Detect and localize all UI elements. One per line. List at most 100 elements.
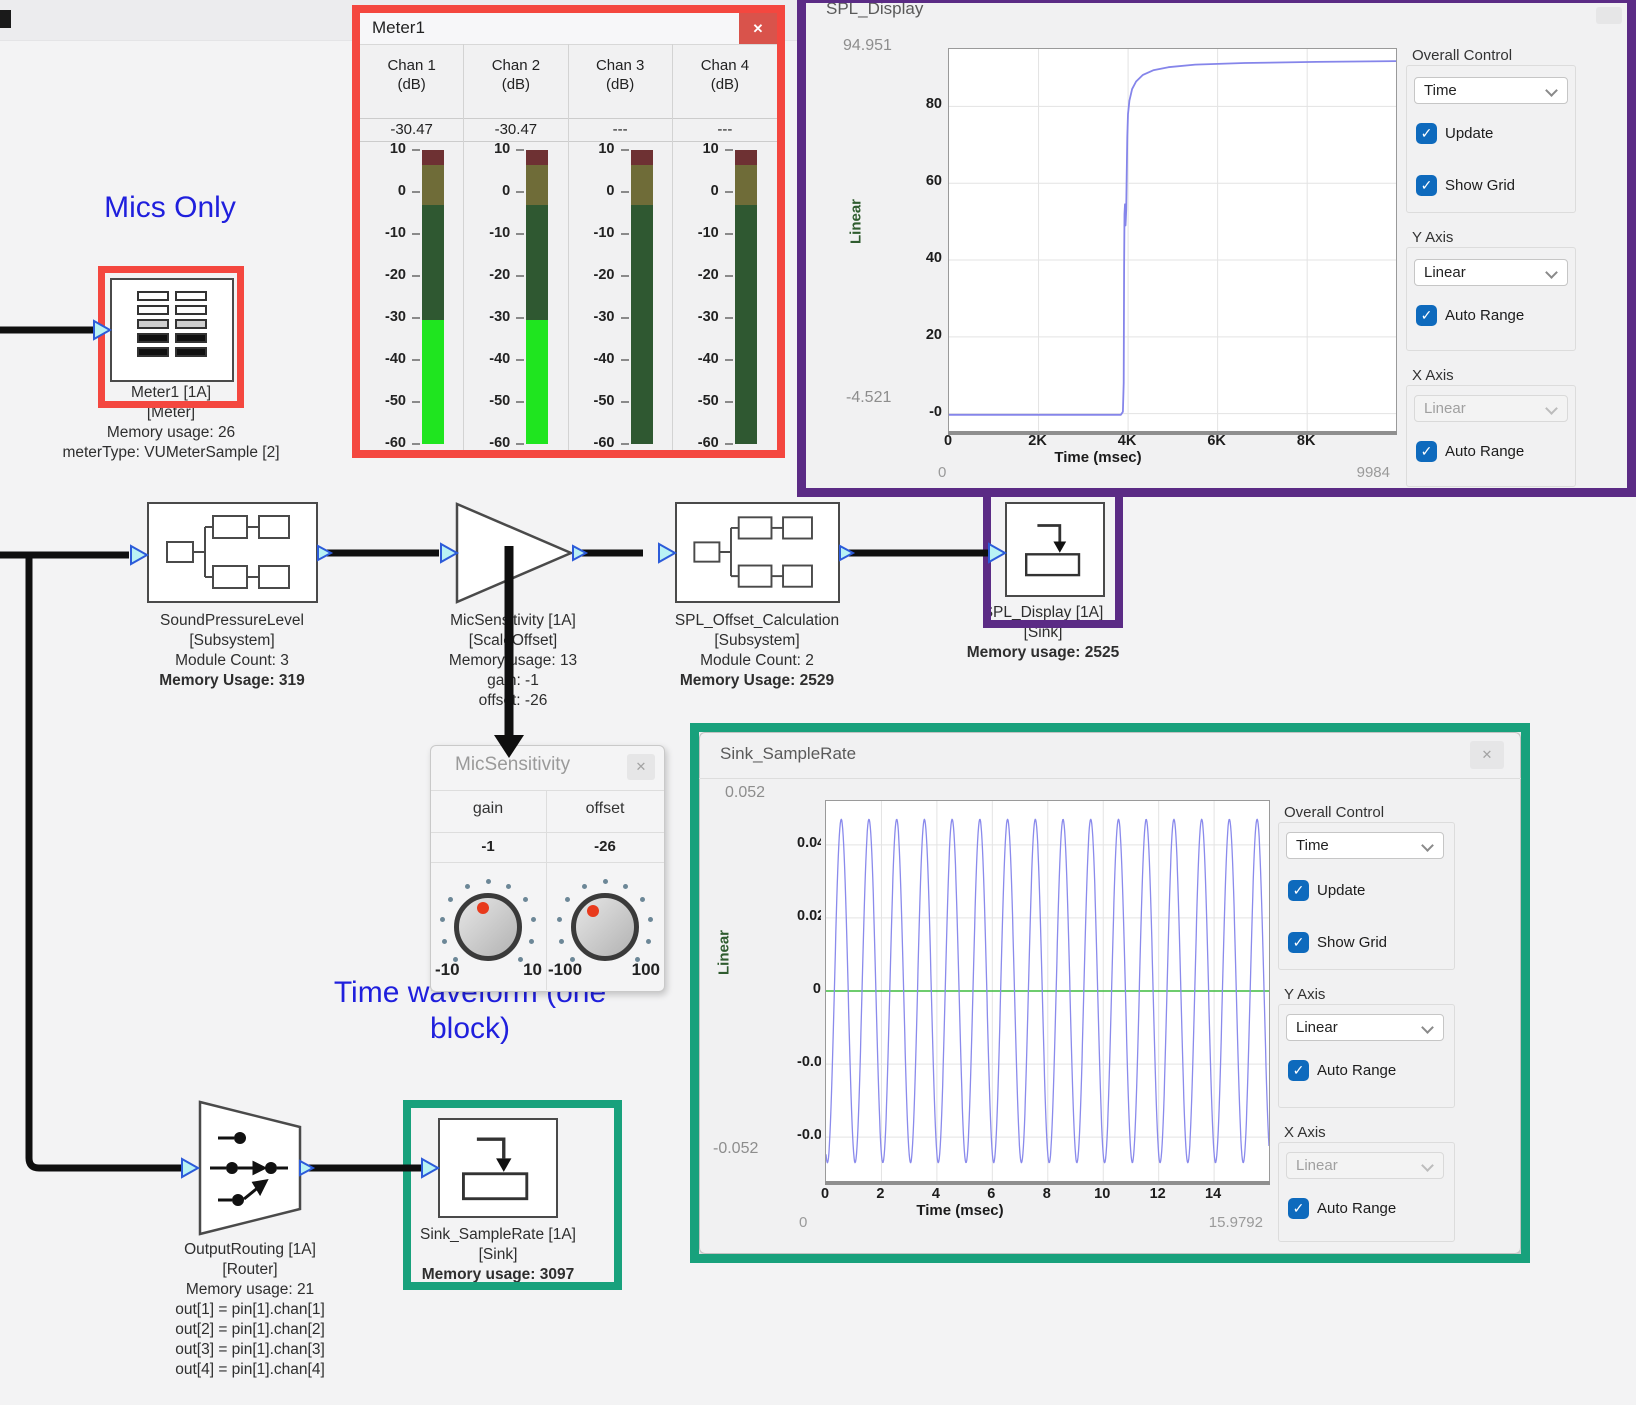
channel-name: Chan 1 (360, 56, 463, 75)
y-tick-label: -0.02 (797, 1054, 821, 1070)
checkbox-checked-icon[interactable]: ✓ (1416, 441, 1437, 462)
x-axis-select[interactable]: Linear (1286, 1152, 1444, 1179)
meter-bar-segment (631, 150, 653, 165)
close-icon[interactable] (1596, 7, 1622, 24)
meter-bar-level (526, 320, 548, 444)
caption-sound-pressure-level: SoundPressureLevel[Subsystem]Module Coun… (102, 611, 362, 691)
x-axis-name: Time (msec) (825, 1202, 1095, 1219)
meter-tick-mark (412, 443, 420, 445)
divider (431, 790, 664, 791)
caption-spl-offset-calculation: SPL_Offset_Calculation[Subsystem]Module … (632, 611, 882, 691)
block-caption-line: Memory usage: 26 (31, 423, 311, 443)
meter-tick-mark (725, 401, 733, 403)
knob-tick-dot (465, 884, 470, 889)
checkbox-checked-icon[interactable]: ✓ (1416, 123, 1437, 144)
checkbox-checked-icon[interactable]: ✓ (1288, 1060, 1309, 1081)
sink-plot[interactable] (825, 800, 1270, 1182)
x-axis-line (948, 431, 1397, 435)
close-icon[interactable]: ✕ (1470, 741, 1504, 769)
checkbox-checked-icon[interactable]: ✓ (1416, 175, 1437, 196)
block-caption-line: meterType: VUMeterSample [2] (31, 443, 311, 463)
block-output-routing[interactable] (198, 1100, 302, 1236)
knob-tick-dot (603, 879, 608, 884)
chevron-down-icon (1421, 839, 1434, 852)
knob-tick-dot (448, 897, 453, 902)
spl-plot[interactable] (948, 48, 1397, 432)
checkbox-checked-icon[interactable]: ✓ (1288, 932, 1309, 953)
y-axis-group-label: Y Axis (1284, 986, 1325, 1003)
x-tick-label: 6 (971, 1186, 1011, 1202)
overall-control-group-label: Overall Control (1284, 804, 1384, 821)
meter-tick-mark (412, 359, 420, 361)
x-tick-label: 6K (1197, 433, 1237, 449)
y-auto-range-checkbox-row[interactable]: ✓Auto Range (1416, 305, 1524, 326)
block-caption-line: OutputRouting [1A] (115, 1240, 385, 1260)
update-checkbox-row[interactable]: ✓Update (1416, 123, 1493, 144)
block-sound-pressure-level[interactable] (147, 502, 318, 603)
x-tick-label: 0 (805, 1186, 845, 1202)
y-tick-label: -0 (902, 404, 942, 420)
overall-control-select[interactable]: Time (1286, 832, 1444, 859)
meter-tick-mark (412, 401, 420, 403)
close-icon[interactable]: ✕ (627, 754, 655, 780)
block-caption-line: MicSensitivity [1A] (398, 611, 628, 631)
show-grid-checkbox-row[interactable]: ✓Show Grid (1416, 175, 1515, 196)
input-pin-icon (131, 546, 147, 564)
checkbox-checked-icon[interactable]: ✓ (1288, 1198, 1309, 1219)
meter-scale-tick: -40 (571, 351, 615, 367)
meter-scale-tick: -40 (362, 351, 406, 367)
output-pin-icon (318, 546, 331, 560)
checkbox-checked-icon[interactable]: ✓ (1288, 880, 1309, 901)
highlight-box-sink-samplerate (403, 1100, 622, 1290)
divider (431, 862, 664, 863)
meter1-window-titlebar[interactable]: Meter1 (360, 13, 777, 45)
meter-scale-tick: 0 (675, 183, 719, 199)
block-caption-line: out[4] = pin[1].chan[4] (115, 1360, 385, 1380)
knob-tick-dot (523, 897, 528, 902)
y-tick-label: 20 (902, 327, 942, 343)
meter-tick-mark (412, 317, 420, 319)
x-tick-label: 4K (1107, 433, 1147, 449)
offset-knob[interactable] (571, 893, 639, 961)
meter-bar-segment (422, 165, 444, 205)
meter-tick-mark (621, 443, 629, 445)
x-auto-range-checkbox-row[interactable]: ✓Auto Range (1416, 441, 1524, 462)
y-axis-select[interactable]: Linear (1414, 259, 1568, 286)
meter-scale-tick: -30 (362, 309, 406, 325)
x-tick-label: 0 (928, 433, 968, 449)
meter-channel: Chan 2(dB)-30.47100-10-20-30-40-50-60 (464, 44, 568, 450)
meter-scale-tick: -50 (466, 393, 510, 409)
chevron-down-icon (1421, 1021, 1434, 1034)
highlight-box-spl-display (983, 487, 1123, 628)
x-auto-range-checkbox-row[interactable]: ✓Auto Range (1288, 1198, 1396, 1219)
block-spl-offset-calculation[interactable] (675, 502, 840, 603)
checkbox-checked-icon[interactable]: ✓ (1416, 305, 1437, 326)
subsystem-icon (677, 504, 838, 601)
y-auto-range-checkbox-row[interactable]: ✓Auto Range (1288, 1060, 1396, 1081)
block-mic-sensitivity[interactable] (455, 502, 575, 604)
channel-header: Chan 4(dB) (673, 56, 777, 94)
knob-max-label: 10 (500, 960, 542, 980)
knob-tick-dot (529, 939, 534, 944)
knob-value: -1 (433, 838, 543, 855)
x-range-end: 15.9792 (1169, 1214, 1263, 1231)
knob-tick-dot (442, 939, 447, 944)
overall-control-select[interactable]: Time (1414, 77, 1568, 104)
block-caption-line: SPL_Offset_Calculation (632, 611, 882, 631)
gain-knob[interactable] (454, 893, 522, 961)
y-axis-select[interactable]: Linear (1286, 1014, 1444, 1041)
input-pin-icon (659, 544, 675, 562)
meter-scale-tick: -20 (675, 267, 719, 283)
sink-samplerate-window: Sink_SampleRate ✕ 0.052 -0.052 Linear Ti… (690, 723, 1530, 1263)
show-grid-checkbox-row[interactable]: ✓Show Grid (1288, 932, 1387, 953)
x-tick-label: 2 (860, 1186, 900, 1202)
meter-scale-tick: -10 (466, 225, 510, 241)
titlebar-divider (699, 778, 1521, 779)
select-value: Linear (1424, 264, 1466, 281)
meter-bar-level (422, 320, 444, 444)
block-caption-line: Memory Usage: 2529 (632, 671, 882, 691)
update-checkbox-row[interactable]: ✓Update (1288, 880, 1365, 901)
x-axis-select[interactable]: Linear (1414, 395, 1568, 422)
channel-unit: (dB) (569, 75, 672, 94)
close-icon[interactable]: ✕ (739, 13, 777, 44)
